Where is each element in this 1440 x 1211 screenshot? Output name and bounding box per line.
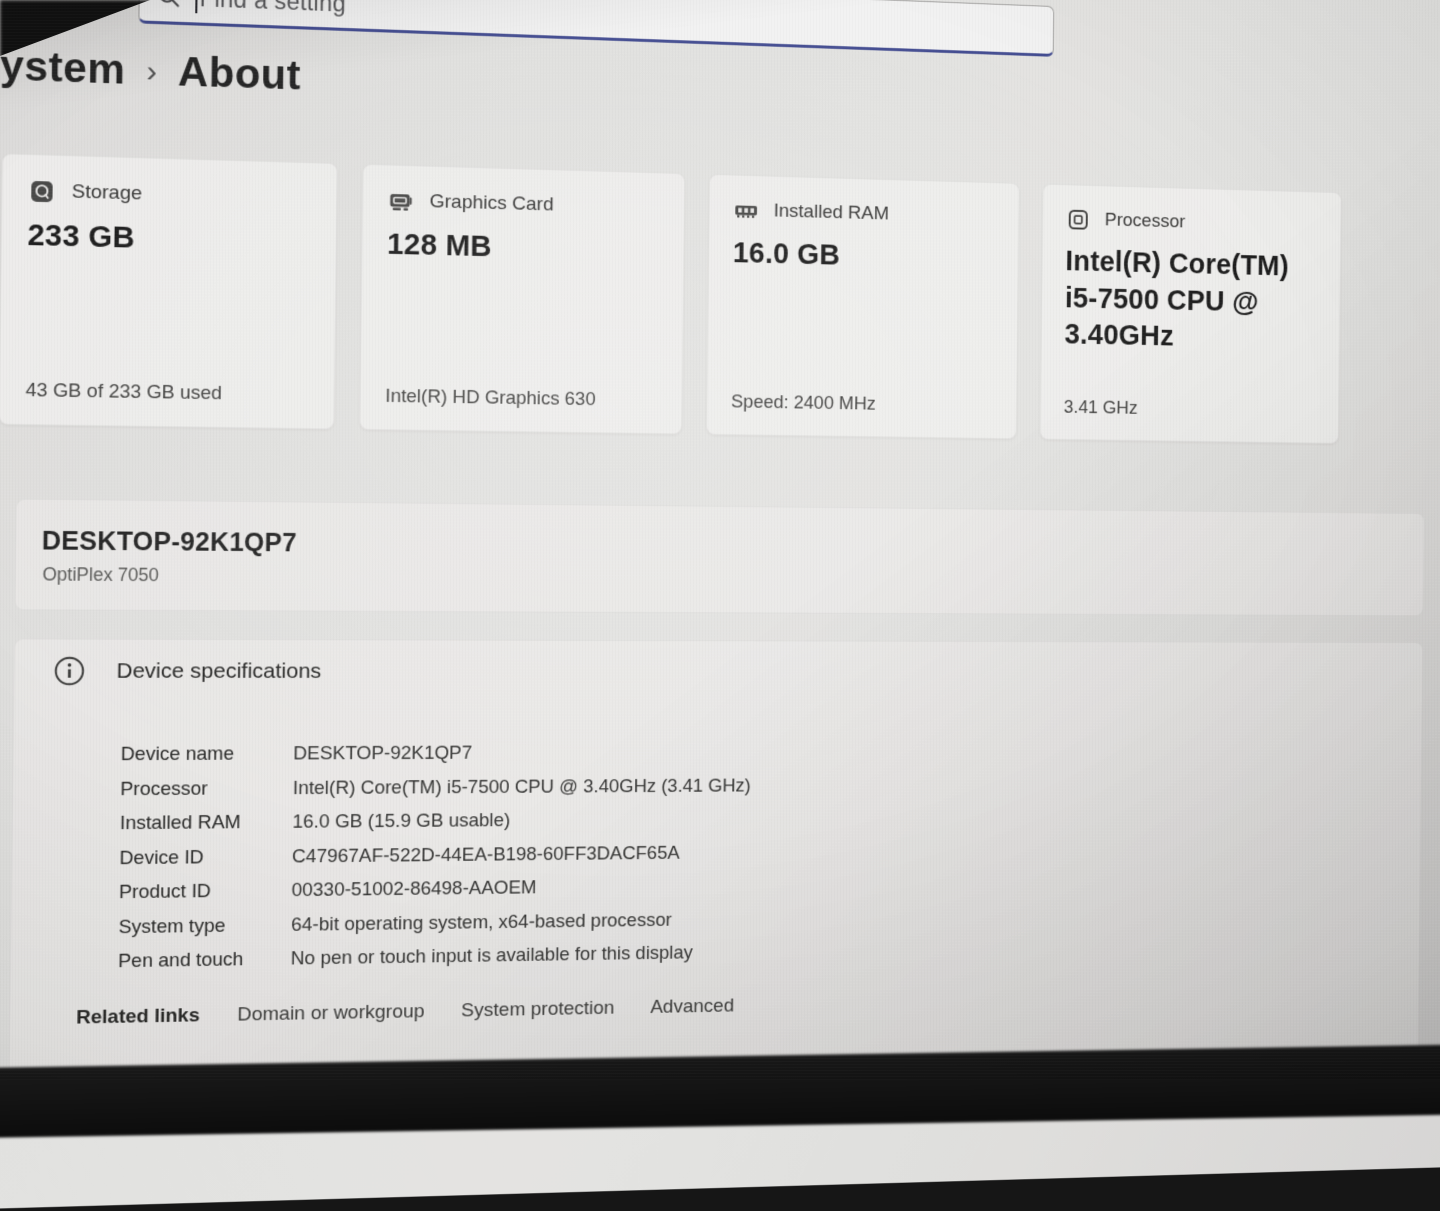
card-caption: Speed: 2400 MHz — [731, 390, 876, 414]
card-value: Intel(R) Core(TM) i5-7500 CPU @ 3.40GHz — [1064, 244, 1318, 359]
spec-label: Device ID — [119, 845, 292, 869]
spec-value: 00330-51002-86498-AAOEM — [291, 876, 536, 901]
storage-icon — [28, 178, 56, 206]
card-value: 233 GB — [27, 217, 311, 263]
breadcrumb: System › About — [0, 42, 301, 99]
card-caption: 43 GB of 233 GB used — [25, 379, 222, 405]
link-domain-or-workgroup[interactable]: Domain or workgroup — [237, 1001, 425, 1027]
spec-label: Product ID — [119, 879, 292, 904]
processor-icon — [1066, 207, 1091, 233]
breadcrumb-system[interactable]: System — [0, 42, 126, 94]
spec-row: ProcessorIntel(R) Core(TM) i5-7500 CPU @… — [120, 774, 751, 812]
spec-value: 64-bit operating system, x64-based proce… — [291, 908, 672, 935]
device-name: DESKTOP-92K1QP7 — [42, 527, 297, 559]
spec-label: Pen and touch — [118, 947, 291, 972]
installed-ram-card: Installed RAM 16.0 GB Speed: 2400 MHz — [706, 174, 1020, 439]
card-title: Graphics Card — [429, 191, 553, 217]
spec-table: Device nameDESKTOP-92K1QP7 ProcessorInte… — [118, 741, 751, 984]
related-links-title: Related links — [76, 1005, 200, 1030]
card-value: 128 MB — [387, 226, 660, 271]
device-specifications-header[interactable]: Device specifications — [53, 655, 322, 687]
link-advanced[interactable]: Advanced — [650, 995, 734, 1018]
spec-value: No pen or touch input is available for t… — [291, 941, 693, 969]
spec-value: C47967AF-522D-44EA-B198-60FF3DACF65A — [292, 841, 680, 867]
device-name-panel: DESKTOP-92K1QP7 OptiPlex 7050 — [14, 499, 1425, 617]
search-icon — [156, 0, 182, 10]
graphics-card-card: Graphics Card 128 MB Intel(R) HD Graphic… — [359, 164, 685, 435]
chevron-right-icon: › — [146, 55, 157, 90]
spec-label: Installed RAM — [120, 810, 293, 834]
card-value: 16.0 GB — [733, 235, 996, 279]
settings-window: Find a setting System › About Storage 23… — [0, 0, 1440, 1211]
spec-label: Device name — [121, 742, 294, 765]
spec-value: Intel(R) Core(TM) i5-7500 CPU @ 3.40GHz … — [293, 774, 751, 799]
search-input[interactable]: Find a setting — [138, 0, 1054, 57]
spec-label: Processor — [120, 776, 293, 800]
text-cursor — [195, 0, 197, 13]
card-caption: 3.41 GHz — [1064, 396, 1138, 419]
device-model: OptiPlex 7050 — [42, 564, 159, 586]
spec-row: Installed RAM16.0 GB (15.9 GB usable) — [120, 807, 751, 846]
ram-icon — [733, 197, 759, 224]
card-caption: Intel(R) HD Graphics 630 — [385, 385, 596, 411]
spec-label: System type — [118, 913, 291, 938]
spec-value: DESKTOP-92K1QP7 — [293, 742, 472, 765]
card-title: Storage — [72, 181, 143, 206]
breadcrumb-about: About — [178, 50, 302, 100]
gpu-icon — [388, 188, 415, 215]
search-placeholder: Find a setting — [199, 0, 346, 17]
card-title: Installed RAM — [774, 201, 890, 226]
storage-card: Storage 233 GB 43 GB of 233 GB used — [0, 153, 338, 429]
device-specifications-title: Device specifications — [116, 659, 321, 684]
processor-card: Processor Intel(R) Core(TM) i5-7500 CPU … — [1040, 184, 1342, 444]
spec-value: 16.0 GB (15.9 GB usable) — [292, 809, 510, 833]
card-title: Processor — [1105, 210, 1186, 234]
spec-row: Device nameDESKTOP-92K1QP7 — [120, 741, 751, 777]
info-icon — [53, 655, 86, 687]
link-system-protection[interactable]: System protection — [461, 998, 614, 1023]
